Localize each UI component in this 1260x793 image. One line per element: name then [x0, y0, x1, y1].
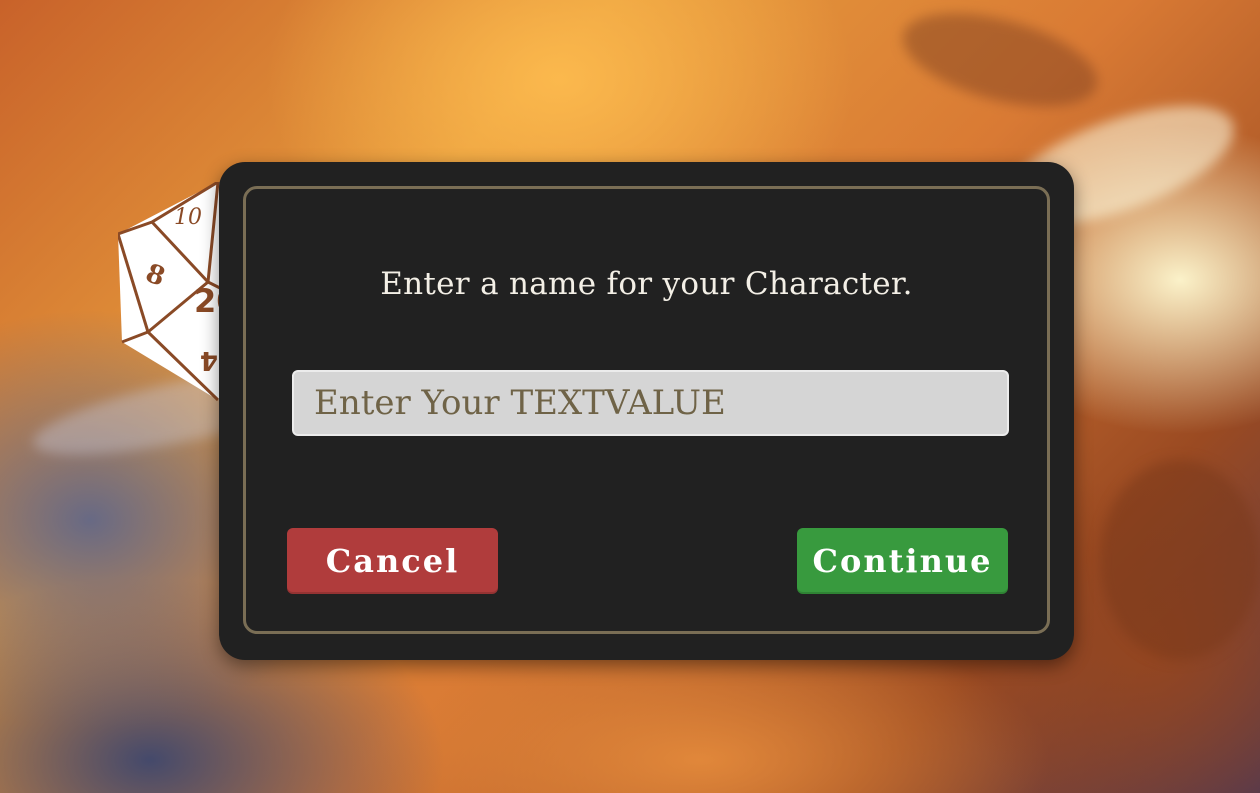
continue-button[interactable]: Continue: [797, 528, 1008, 594]
character-name-dialog: Enter a name for your Character. Cancel …: [219, 162, 1074, 660]
dialog-prompt: Enter a name for your Character.: [380, 266, 913, 302]
dice-face-number: 10: [174, 205, 202, 230]
cancel-button[interactable]: Cancel: [287, 528, 498, 594]
character-name-input[interactable]: [292, 370, 1009, 436]
dice-face-number: 4: [200, 345, 218, 375]
